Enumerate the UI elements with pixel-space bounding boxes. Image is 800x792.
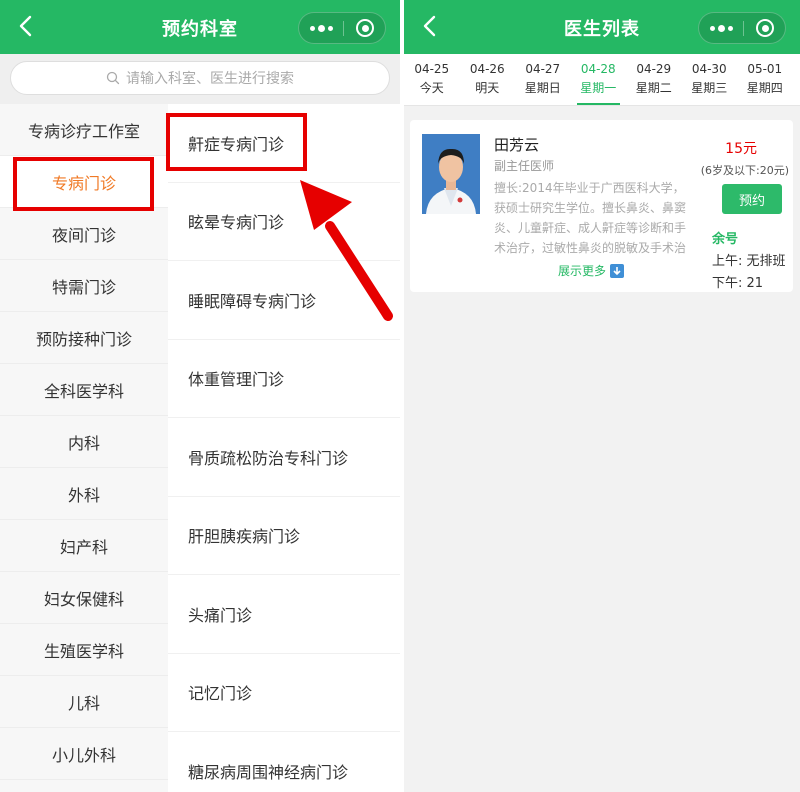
search-placeholder: 请输入科室、医生进行搜索 bbox=[126, 71, 294, 87]
child-price: (6岁及以下:20元) bbox=[700, 164, 789, 177]
doctor-card[interactable]: 田芳云 副主任医师 擅长:2014年毕业于广西医科大学，获硕士研究生学位。擅长鼻… bbox=[410, 120, 793, 292]
sub-department-item[interactable]: 糖尿病周围神经病门诊 bbox=[168, 732, 400, 792]
mini-program-capsule bbox=[298, 12, 386, 44]
consult-price: 15元 bbox=[725, 141, 757, 157]
doctor-avatar[interactable] bbox=[422, 134, 480, 214]
date-tab-weekday: 星期三 bbox=[691, 81, 728, 95]
date-tab[interactable]: 04-28 星期一 bbox=[571, 54, 627, 105]
arrow-down-icon bbox=[610, 263, 625, 278]
show-more-link[interactable]: 展示更多 bbox=[558, 262, 625, 279]
sub-department-item[interactable]: 体重管理门诊 bbox=[168, 340, 400, 418]
date-tab-weekday: 星期日 bbox=[524, 81, 561, 95]
doctor-description: 擅长:2014年毕业于广西医科大学，获硕士研究生学位。擅长鼻炎、鼻窦炎、儿童鼾症… bbox=[494, 181, 687, 255]
date-tab-weekday: 星期四 bbox=[746, 81, 783, 95]
date-tab-date: 05-01 bbox=[747, 62, 783, 76]
category-list: 专病诊疗工作室 专病门诊 夜间门诊 特需门诊 预防接种门诊 全科医学科 内科 外科 妇产科 妇女保… bbox=[0, 104, 168, 792]
date-tab-date: 04-28 bbox=[580, 62, 616, 76]
date-tab[interactable]: 04-27 星期日 bbox=[515, 54, 571, 105]
date-tab-date: 04-25 bbox=[414, 62, 450, 76]
category-item[interactable]: 外科 bbox=[0, 468, 168, 520]
category-item[interactable]: 特需门诊 bbox=[0, 260, 168, 312]
nav-bar: 医生列表 bbox=[404, 0, 800, 54]
category-item[interactable]: 小儿外科 bbox=[0, 728, 168, 780]
date-tab-date: 04-26 bbox=[469, 62, 505, 76]
category-item[interactable]: 儿科 bbox=[0, 676, 168, 728]
category-item[interactable]: 生殖医学科 bbox=[0, 624, 168, 676]
date-tab-weekday: 星期一 bbox=[580, 81, 617, 95]
category-item[interactable]: 妇产科 bbox=[0, 520, 168, 572]
date-tab-weekday: 明天 bbox=[475, 81, 500, 95]
category-item[interactable]: 全科医学科 bbox=[0, 364, 168, 416]
sub-department-item[interactable]: 头痛门诊 bbox=[168, 575, 400, 654]
sub-department-item[interactable]: 记忆门诊 bbox=[168, 654, 400, 732]
category-item[interactable]: 夜间门诊 bbox=[0, 208, 168, 260]
category-item[interactable]: 内科 bbox=[0, 416, 168, 468]
date-selector: 04-25 今天 04-26 明天 04-27 星期日 04-28 星期一 04-29 星期二 04… bbox=[404, 54, 800, 106]
search-bar: 请输入科室、医生进行搜索 bbox=[0, 54, 400, 104]
doctor-title: 副主任医师 bbox=[494, 159, 555, 173]
date-tab[interactable]: 04-25 今天 bbox=[404, 54, 460, 105]
date-tab-date: 04-30 bbox=[691, 62, 727, 76]
morning-slot: 上午: 无排班 bbox=[712, 254, 786, 269]
date-tab[interactable]: 04-26 明天 bbox=[460, 54, 516, 105]
category-item[interactable]: 专病门诊 bbox=[0, 156, 168, 208]
afternoon-slot: 下午: 21 bbox=[712, 276, 764, 291]
close-target-icon[interactable] bbox=[744, 13, 786, 43]
nav-bar: 预约科室 bbox=[0, 0, 400, 54]
category-item[interactable]: 妇女保健科 bbox=[0, 572, 168, 624]
more-dots-icon[interactable] bbox=[699, 13, 743, 43]
sub-department-item[interactable]: 睡眠障碍专病门诊 bbox=[168, 261, 400, 340]
mini-program-capsule bbox=[698, 12, 786, 44]
category-item[interactable]: 专病诊疗工作室 bbox=[0, 104, 168, 156]
sub-department-item[interactable]: 眩晕专病门诊 bbox=[168, 183, 400, 261]
more-dots-icon[interactable] bbox=[299, 13, 343, 43]
date-tab[interactable]: 04-30 星期三 bbox=[682, 54, 738, 105]
category-item[interactable]: 预防接种门诊 bbox=[0, 312, 168, 364]
sub-department-item[interactable]: 鼾症专病门诊 bbox=[168, 104, 400, 183]
book-button[interactable]: 预约 bbox=[722, 184, 782, 214]
date-tab-date: 04-27 bbox=[525, 62, 561, 76]
sub-department-item[interactable]: 骨质疏松防治专科门诊 bbox=[168, 418, 400, 497]
remaining-label: 余号 bbox=[712, 232, 739, 247]
doctor-name: 田芳云 bbox=[494, 136, 540, 154]
date-tab[interactable]: 04-29 星期二 bbox=[626, 54, 682, 105]
doctor-list-page: 医生列表 04-25 今天 04-26 明天 04-27 星期日 04-28 星期一 04-29… bbox=[404, 0, 800, 792]
sub-department-item[interactable]: 肝胆胰疾病门诊 bbox=[168, 497, 400, 575]
show-more-label: 展示更多 bbox=[558, 264, 607, 278]
search-input[interactable]: 请输入科室、医生进行搜索 bbox=[10, 61, 390, 95]
date-tab-weekday: 今天 bbox=[419, 81, 444, 95]
date-tab[interactable]: 05-01 星期四 bbox=[737, 54, 793, 105]
search-icon bbox=[106, 71, 120, 85]
department-page: 预约科室 请输入科室、医生进行搜索 专病诊疗工作室 专病门诊 夜间门诊 特需门诊 预防接… bbox=[0, 0, 400, 792]
sub-department-list: 鼾症专病门诊 眩晕专病门诊 睡眠障碍专病门诊 体重管理门诊 骨质疏松防治专科门诊 肝胆胰疾… bbox=[168, 104, 400, 792]
close-target-icon[interactable] bbox=[344, 13, 386, 43]
date-tab-weekday: 星期二 bbox=[635, 81, 672, 95]
date-tab-date: 04-29 bbox=[636, 62, 672, 76]
